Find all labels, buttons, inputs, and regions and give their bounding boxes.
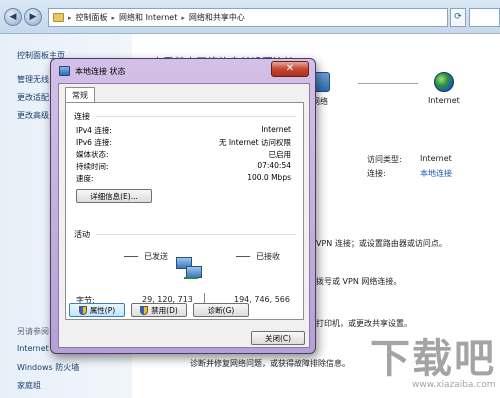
refresh-icon: ⟳ [454, 12, 462, 22]
connect-network-text: 拨号或 VPN 网络连接。 [316, 277, 402, 286]
search-input[interactable] [469, 8, 500, 27]
ipv4-label: IPv4 连接: [76, 126, 112, 135]
change-adapter-link[interactable]: 更改适配 [17, 92, 49, 103]
disable-button[interactable]: 禁用(D) [131, 303, 187, 317]
watermark-url: www.xiazaiba.com [412, 380, 496, 390]
network-activity-icon [176, 257, 204, 281]
access-type-value: Internet [420, 154, 452, 163]
back-button[interactable]: ◀ [4, 8, 22, 26]
network-connection-icon [59, 66, 70, 76]
duration-value: 07:40:54 [257, 161, 291, 170]
details-button[interactable]: 详细信息(E)... [76, 189, 152, 203]
uac-shield-icon [140, 305, 149, 315]
sent-label: 已发送 [144, 252, 168, 261]
globe-icon [433, 72, 454, 92]
dash-line [124, 256, 138, 257]
chevron-right-icon: ▸ [181, 13, 185, 22]
back-arrow-icon: ◀ [9, 12, 17, 22]
cable-shape [184, 277, 198, 279]
see-also-label: 另请参阅 [17, 327, 49, 336]
setup-connection-text: VPN 连接；或设置路由器或访问点。 [316, 239, 447, 248]
forward-button[interactable]: ▶ [24, 8, 42, 26]
dialog-title-bar[interactable]: 本地连接 状态 [59, 63, 126, 79]
internet-node[interactable]: Internet [428, 72, 460, 105]
dialog-body: 常规 连接 IPv4 连接: Internet IPv6 连接: 无 Inter… [58, 83, 310, 348]
uac-shield-icon [78, 305, 87, 315]
dash-line [236, 256, 250, 257]
forward-arrow-icon: ▶ [29, 12, 37, 22]
activity-group-label: 活动 [74, 230, 90, 239]
watermark-text: 下载吧 [370, 335, 496, 382]
chevron-right-icon: ▸ [68, 13, 72, 22]
speed-label: 速度: [76, 174, 94, 183]
access-type-label: 访问类型: [367, 155, 402, 164]
properties-button[interactable]: 属性(P) [69, 303, 125, 317]
manage-wireless-link[interactable]: 管理无线 [17, 74, 49, 85]
diagnose-button[interactable]: 诊断(G) [193, 303, 249, 317]
watermark-logo: 下载吧 www.xiazaiba.com [370, 326, 500, 398]
internet-label: Internet [428, 96, 460, 105]
local-connection-link[interactable]: 本地连接 [420, 168, 452, 179]
breadcrumb[interactable]: ▸ 控制面板 ▸ 网络和 Internet ▸ 网络和共享中心 [48, 8, 448, 27]
control-panel-icon [53, 13, 64, 22]
troubleshoot-text: 诊断并修复网络问题，或获得故障排除信息。 [190, 359, 350, 368]
breadcrumb-control-panel[interactable]: 控制面板 [76, 12, 108, 23]
connection-line [358, 83, 418, 84]
windows-firewall-link[interactable]: Windows 防火墙 [17, 362, 79, 373]
dialog-close-button[interactable]: ✕ [271, 61, 309, 77]
internet-options-link[interactable]: Internet [17, 344, 49, 353]
speed-value: 100.0 Mbps [247, 173, 291, 182]
ipv6-label: IPv6 连接: [76, 138, 112, 147]
connection-group-label: 连接 [74, 112, 90, 121]
chevron-right-icon: ▸ [111, 13, 116, 22]
group-divider [96, 116, 296, 117]
properties-button-label: 属性(P) [89, 305, 116, 315]
connection-label: 连接: [367, 169, 386, 178]
received-label: 已接收 [256, 252, 280, 261]
disable-button-label: 禁用(D) [151, 305, 178, 315]
close-button[interactable]: 关闭(C) [251, 331, 305, 345]
breadcrumb-network-sharing[interactable]: 网络和共享中心 [189, 12, 245, 23]
refresh-button[interactable]: ⟳ [450, 8, 466, 27]
homegroup-link[interactable]: 家庭组 [17, 380, 41, 391]
close-icon: ✕ [285, 63, 295, 74]
dialog-title: 本地连接 状态 [75, 66, 126, 76]
breadcrumb-network-internet[interactable]: 网络和 Internet [119, 12, 177, 23]
address-bar: ◀ ▶ ▸ 控制面板 ▸ 网络和 Internet ▸ 网络和共享中心 ⟳ [0, 0, 500, 34]
general-tab-panel: 连接 IPv4 连接: Internet IPv6 连接: 无 Internet… [65, 102, 304, 320]
media-state-label: 媒体状态: [76, 150, 109, 159]
ipv4-value: Internet [261, 125, 291, 134]
group-divider [96, 234, 296, 235]
local-connection-status-dialog: 本地连接 状态 ✕ 常规 连接 IPv4 连接: Internet IPv6 连… [50, 58, 316, 354]
media-state-value: 已启用 [268, 150, 292, 159]
ipv6-value: 无 Internet 访问权限 [218, 138, 291, 147]
tab-general[interactable]: 常规 [65, 87, 95, 103]
duration-label: 持续时间: [76, 162, 109, 171]
change-advanced-link[interactable]: 更改高级 [17, 110, 49, 121]
